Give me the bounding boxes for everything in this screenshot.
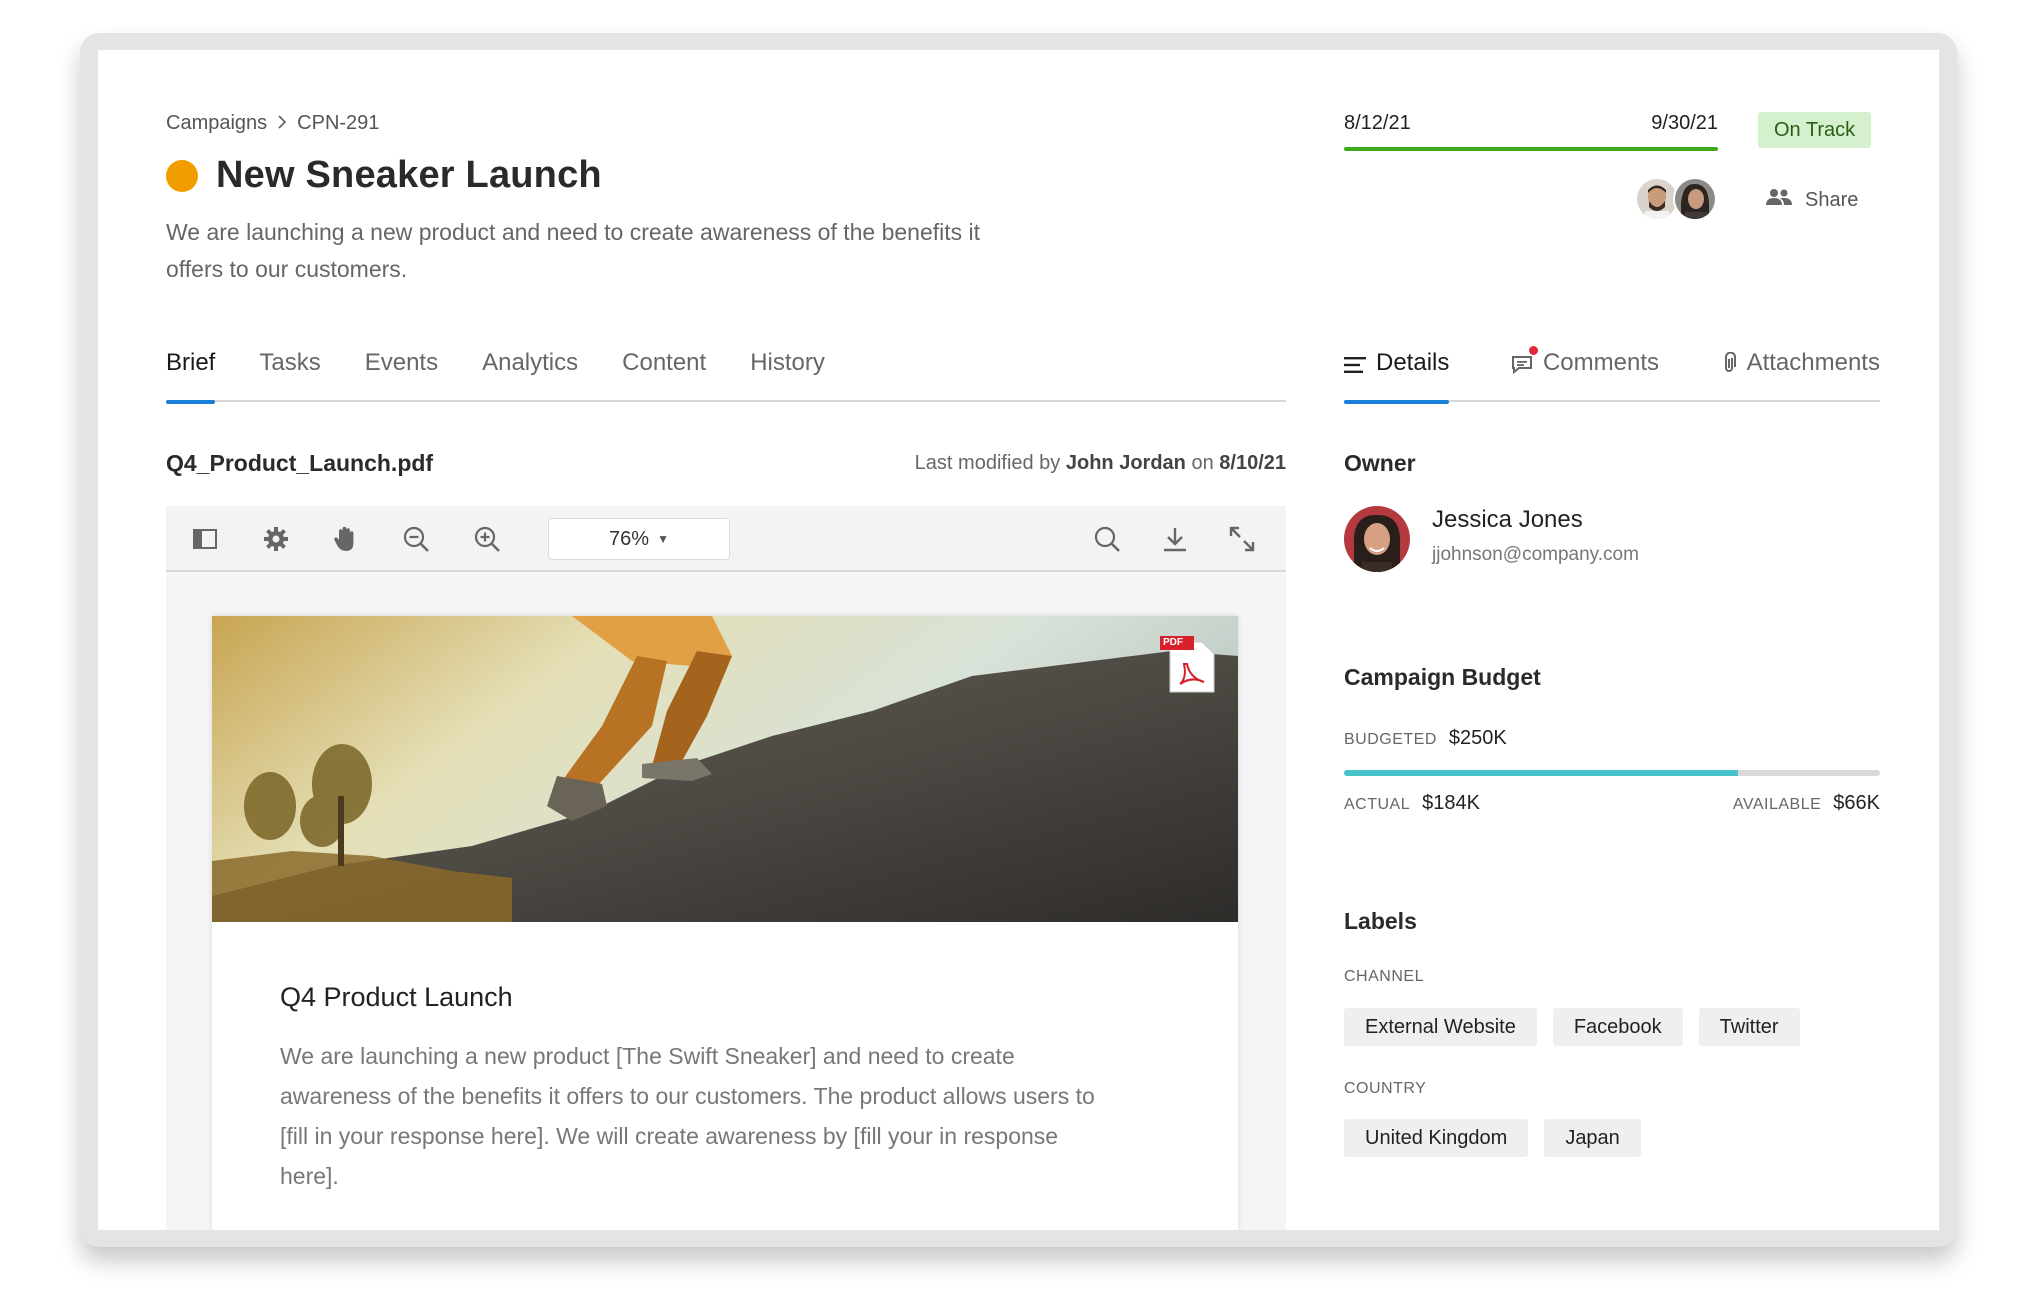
main-tabs: Brief Tasks Events Analytics Content His…: [166, 348, 1286, 404]
available-label: AVAILABLE: [1732, 796, 1822, 813]
budget-progress-bar: [1344, 770, 1880, 776]
document-filename: Q4_Product_Launch.pdf: [166, 450, 434, 476]
campaign-timeline: 8/12/21 9/30/21: [1344, 112, 1718, 151]
tab-analytics[interactable]: Analytics: [482, 348, 578, 402]
breadcrumb-current: CPN-291: [297, 112, 380, 134]
modified-by: John Jordan: [1065, 452, 1186, 474]
tab-attachments-label: Attachments: [1746, 349, 1880, 376]
paperclip-icon: [1721, 351, 1737, 382]
budget-breakdown: ACTUAL $184K AVAILABLE $66K: [1344, 792, 1880, 815]
pdf-page: PDF Q4 Product Launch We are launching a…: [212, 616, 1238, 1230]
breadcrumb: Campaigns CPN-291: [166, 112, 379, 135]
budgeted-value: $250K: [1448, 727, 1507, 749]
pdf-heading: Q4 Product Launch: [280, 982, 513, 1012]
tab-attachments[interactable]: Attachments: [1721, 348, 1880, 402]
breadcrumb-campaigns-link[interactable]: Campaigns: [166, 112, 267, 135]
tab-history[interactable]: History: [750, 348, 825, 402]
download-icon[interactable]: [1160, 524, 1190, 554]
team-avatars[interactable]: [1635, 177, 1717, 221]
hand-icon[interactable]: [331, 524, 361, 554]
modified-date: 8/10/21: [1219, 452, 1286, 474]
label-chip[interactable]: Facebook: [1552, 1008, 1683, 1046]
list-icon: [1344, 352, 1366, 382]
channel-label: CHANNEL: [1344, 968, 1424, 985]
end-date: 9/30/21: [1651, 112, 1718, 134]
budgeted-row: BUDGETED $250K: [1344, 727, 1507, 750]
campaign-description: We are launching a new product and need …: [166, 219, 981, 282]
budget-heading: Campaign Budget: [1344, 664, 1541, 690]
breadcrumb-chevron-icon: [277, 113, 287, 134]
zoom-out-icon[interactable]: [401, 524, 431, 554]
label-chip[interactable]: External Website: [1344, 1008, 1537, 1046]
owner-heading: Owner: [1344, 450, 1416, 476]
pdf-body-text: We are launching a new product [The Swif…: [280, 1043, 1095, 1189]
tab-events[interactable]: Events: [365, 348, 438, 402]
last-modified: Last modified by John Jordan on 8/10/21: [888, 452, 1286, 475]
status-badge: On Track: [1758, 112, 1872, 148]
tab-details[interactable]: Details: [1344, 348, 1450, 404]
expand-icon[interactable]: [1227, 524, 1257, 554]
viewer-toolbar: 76% ▼: [166, 506, 1286, 572]
pdf-badge-label: PDF: [1163, 637, 1183, 648]
caret-down-icon: ▼: [657, 532, 669, 546]
gear-icon[interactable]: [261, 524, 291, 554]
side-tabs: Details Comments Attachments: [1344, 346, 1880, 404]
channel-chips: External Website Facebook Twitter: [1344, 1008, 1800, 1046]
timeline-bar: [1344, 147, 1718, 151]
zoom-select[interactable]: 76% ▼: [548, 518, 730, 560]
pdf-viewer: 76% ▼ PDF Q4 Product Launch We are launc…: [166, 506, 1286, 1230]
country-label: COUNTRY: [1344, 1080, 1427, 1097]
zoom-value: 76%: [609, 527, 650, 550]
available-value: $66K: [1833, 792, 1880, 814]
tab-tasks[interactable]: Tasks: [259, 348, 320, 402]
campaign-page: Campaigns CPN-291 New Sneaker Launch We …: [98, 50, 1939, 1230]
share-label: Share: [1805, 188, 1859, 211]
label-chip[interactable]: United Kingdom: [1344, 1119, 1529, 1157]
zoom-in-icon[interactable]: [472, 524, 502, 554]
avatar[interactable]: [1673, 177, 1717, 221]
notification-dot: [1528, 346, 1538, 355]
search-icon[interactable]: [1092, 524, 1122, 554]
actual-label: ACTUAL: [1344, 796, 1411, 813]
tab-comments[interactable]: Comments: [1511, 346, 1659, 402]
people-icon: [1765, 188, 1793, 212]
owner-name: Jessica Jones: [1432, 506, 1583, 533]
tab-content[interactable]: Content: [622, 348, 706, 402]
tab-details-label: Details: [1376, 349, 1450, 376]
country-chips: United Kingdom Japan: [1344, 1119, 1641, 1157]
budgeted-label: BUDGETED: [1344, 731, 1437, 748]
avatar[interactable]: [1344, 506, 1410, 572]
tab-comments-label: Comments: [1542, 349, 1659, 376]
modified-on-label: on: [1191, 452, 1214, 474]
actual-value: $184K: [1422, 792, 1480, 814]
hero-image: PDF: [212, 616, 1238, 922]
modified-prefix: Last modified by: [914, 452, 1061, 474]
comment-icon: [1511, 346, 1538, 382]
owner-email[interactable]: jjohnson@company.com: [1432, 544, 1639, 566]
labels-heading: Labels: [1344, 908, 1417, 934]
budget-progress-fill: [1344, 770, 1739, 776]
sidebar-toggle-icon[interactable]: [190, 524, 220, 554]
label-chip[interactable]: Japan: [1544, 1119, 1641, 1157]
share-button[interactable]: Share: [1765, 188, 1858, 212]
start-date: 8/12/21: [1344, 112, 1411, 134]
label-chip[interactable]: Twitter: [1698, 1008, 1800, 1046]
status-dot: [166, 160, 198, 192]
page-title: New Sneaker Launch: [216, 154, 602, 196]
tab-brief[interactable]: Brief: [166, 348, 216, 404]
